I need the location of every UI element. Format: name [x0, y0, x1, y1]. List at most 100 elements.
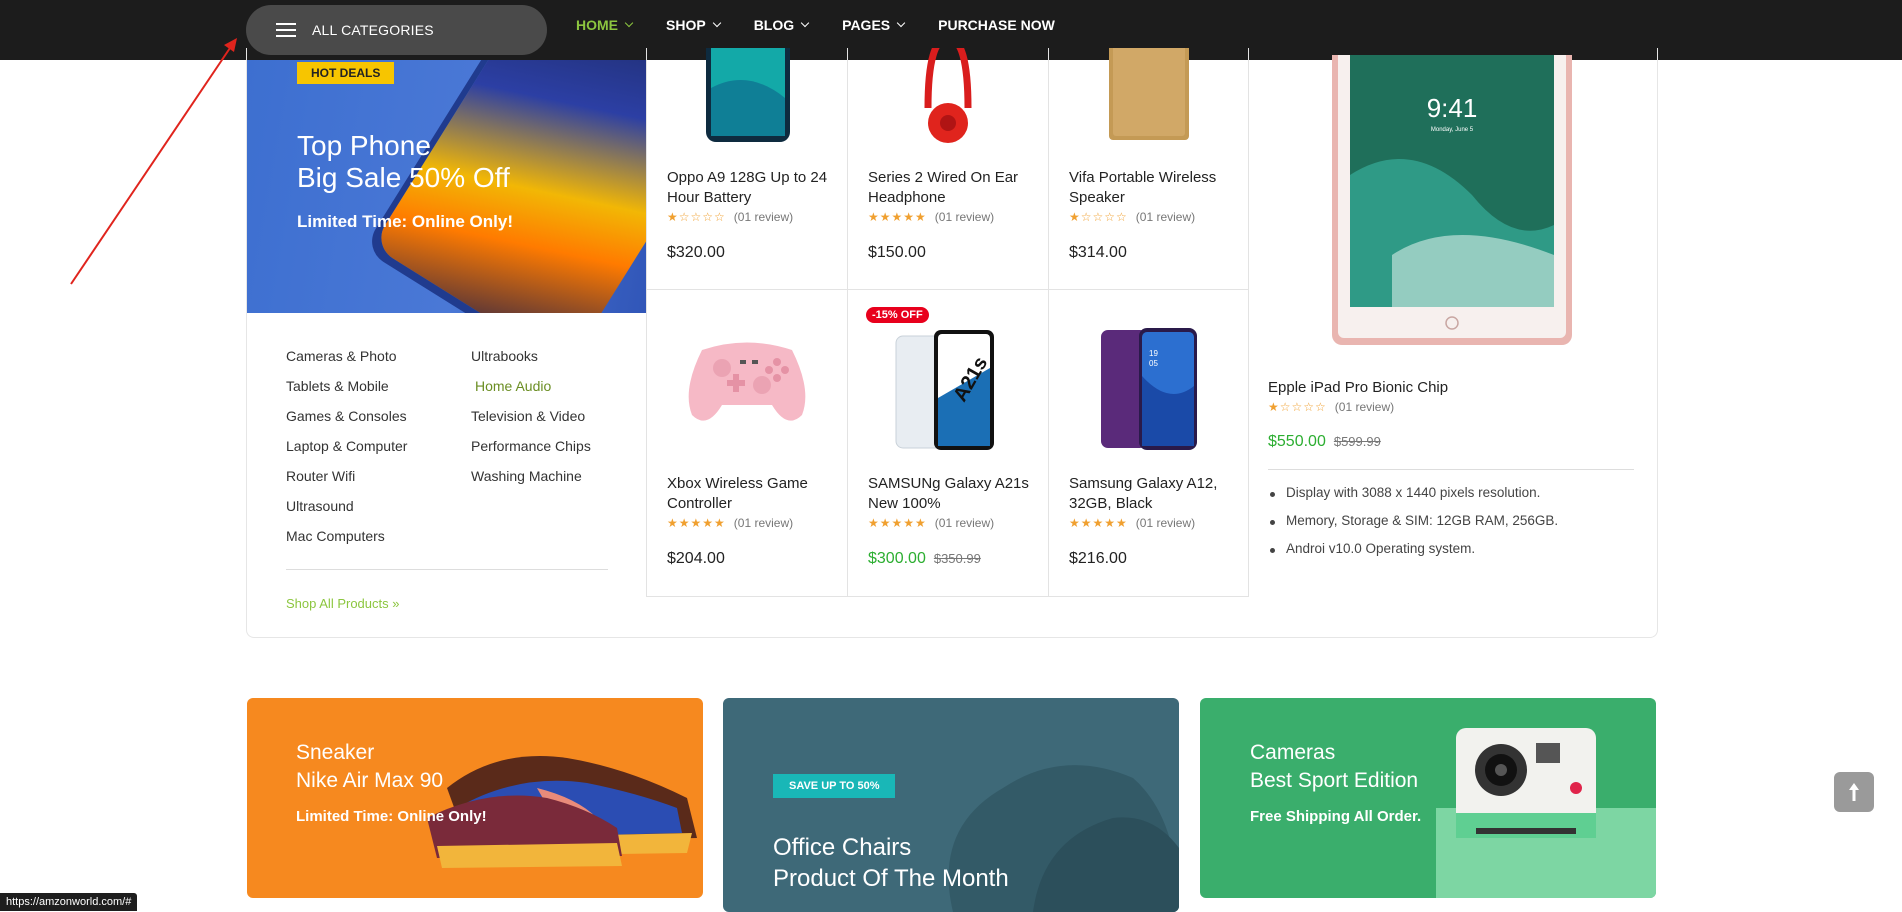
product-rating: ★★★★★ (01 review) [1069, 516, 1195, 530]
chevron-down-icon [800, 18, 810, 28]
nav-shop-label: SHOP [666, 17, 706, 33]
hero-title-line1: Top Phone [297, 130, 431, 161]
old-price: $350.99 [933, 551, 981, 566]
main-nav: HOME SHOP BLOG PAGES PURCHASE NOW [576, 0, 1089, 50]
chevron-down-icon [712, 18, 721, 28]
star-rating-icon: ★☆☆☆☆ [1268, 400, 1327, 414]
double-chevron-right-icon: » [392, 596, 400, 611]
feature-item: Display with 3088 x 1440 pixels resoluti… [1268, 485, 1558, 513]
arrow-up-icon [1849, 783, 1859, 801]
category-link[interactable]: Washing Machine [471, 466, 591, 496]
divider [286, 569, 608, 570]
chevron-down-icon [624, 18, 634, 28]
camera-image [1436, 728, 1656, 898]
product-image-speaker [1109, 48, 1189, 140]
nav-pages[interactable]: PAGES [842, 17, 906, 33]
review-count: (01 review) [1135, 210, 1196, 224]
product-name[interactable]: Oppo A9 128G Up to 24 Hour Battery [667, 168, 837, 208]
product-card[interactable]: Xbox Wireless Game Controller ★★★★★ (01 r… [647, 290, 847, 596]
product-price: $300.00 $350.99 [868, 550, 981, 568]
banner-title: Cameras Best Sport Edition [1250, 739, 1418, 795]
old-price: $599.99 [1333, 434, 1381, 449]
feature-item: Androi v10.0 Operating system. [1268, 541, 1558, 569]
category-link[interactable]: Tablets & Mobile [286, 376, 407, 406]
banner-title-line1: Office Chairs [773, 834, 912, 861]
banner-title-line2: Best Sport Edition [1250, 769, 1419, 792]
star-rating-icon: ★★★★★ [868, 516, 927, 530]
banner-title: Office Chairs Product Of The Month [773, 832, 1009, 894]
product-name[interactable]: Samsung Galaxy A12, 32GB, Black [1069, 474, 1239, 514]
product-card[interactable]: Vifa Portable Wireless Speaker ★☆☆☆☆ (01 … [1049, 48, 1249, 289]
product-rating: ★★★★★ (01 review) [667, 516, 793, 530]
product-card[interactable]: 19 05 Samsung Galaxy A12, 32GB, Black ★★… [1049, 290, 1249, 596]
review-count: (01 review) [733, 516, 794, 530]
svg-text:05: 05 [1149, 359, 1158, 368]
product-rating: ★★★★★ (01 review) [868, 210, 994, 224]
product-card[interactable]: A21s -15% OFF SAMSUNg Galaxy A21s New 10… [848, 290, 1048, 596]
product-price: $150.00 [868, 244, 926, 261]
nav-blog[interactable]: BLOG [753, 17, 810, 33]
shop-all-label: Shop All Products [286, 596, 389, 611]
hero-banner[interactable]: HOT DEALS Top Phone Big Sale 50% Off Lim… [247, 60, 646, 313]
category-link[interactable]: Performance Chips [471, 436, 591, 466]
hero-title-line2: Big Sale 50% Off [297, 162, 510, 193]
banner-title-line2: Nike Air Max 90 [296, 769, 444, 792]
product-rating: ★☆☆☆☆ (01 review) [667, 210, 793, 224]
category-link-hovered[interactable]: Home Audio [471, 376, 591, 406]
sneaker-banner[interactable]: Sneaker Nike Air Max 90 Limited Time: On… [247, 698, 703, 898]
product-price: $320.00 [667, 244, 725, 261]
banner-subtitle: Free Shipping All Order. [1250, 808, 1422, 825]
ipad-date: Monday, June 5 [1431, 127, 1474, 133]
category-link[interactable]: Laptop & Computer [286, 436, 407, 466]
cameras-banner[interactable]: Cameras Best Sport Edition Free Shipping… [1200, 698, 1656, 898]
product-card[interactable]: Oppo A9 128G Up to 24 Hour Battery ★☆☆☆☆… [647, 48, 847, 289]
star-rating-icon: ★★★★★ [868, 210, 927, 224]
nav-blog-label: BLOG [753, 17, 795, 33]
category-link[interactable]: Ultrasound [286, 496, 407, 526]
product-name[interactable]: SAMSUNg Galaxy A21s New 100% [868, 474, 1038, 514]
ipad-image: 9:41 Monday, June 5 [1332, 55, 1572, 345]
all-categories-label: ALL CATEGORIES [312, 22, 434, 38]
scroll-to-top-button[interactable] [1834, 772, 1874, 812]
product-card[interactable]: Series 2 Wired On Ear Headphone ★★★★★ (01… [848, 48, 1048, 289]
product-name[interactable]: Vifa Portable Wireless Speaker [1069, 168, 1239, 208]
hot-deals-badge: HOT DEALS [297, 62, 395, 84]
review-count: (01 review) [733, 210, 794, 224]
product-name[interactable]: Xbox Wireless Game Controller [667, 474, 837, 514]
category-link[interactable]: Television & Video [471, 406, 591, 436]
product-image-phone: 19 05 [1101, 328, 1197, 450]
category-link[interactable]: Cameras & Photo [286, 346, 407, 376]
sale-price: $300.00 [868, 550, 926, 567]
category-link[interactable]: Ultrabooks [471, 346, 591, 376]
product-image-phone [706, 48, 790, 142]
category-link[interactable]: Mac Computers [286, 526, 407, 556]
divider [1268, 469, 1634, 470]
review-count: (01 review) [934, 516, 995, 530]
nav-pages-label: PAGES [842, 17, 891, 33]
category-link[interactable]: Router Wifi [286, 466, 407, 496]
featured-product-name[interactable]: Epple iPad Pro Bionic Chip [1268, 379, 1448, 396]
product-name[interactable]: Series 2 Wired On Ear Headphone [868, 168, 1038, 208]
category-link[interactable]: Games & Consoles [286, 406, 407, 436]
sale-price: $550.00 [1268, 433, 1326, 450]
sneaker-image [427, 756, 697, 868]
nav-purchase-now[interactable]: PURCHASE NOW [938, 17, 1055, 33]
hamburger-icon [276, 23, 296, 37]
office-chairs-banner[interactable]: SAVE UP TO 50% Office Chairs Product Of … [723, 698, 1179, 912]
shop-all-link[interactable]: Shop All Products » [286, 596, 399, 611]
featured-price: $550.00 $599.99 [1268, 433, 1381, 451]
hero-subtitle: Limited Time: Online Only! [297, 212, 513, 231]
product-rating: ★☆☆☆☆ (01 review) [1069, 210, 1195, 224]
discount-badge: -15% OFF [866, 307, 929, 323]
nav-shop[interactable]: SHOP [666, 17, 721, 33]
banner-title-line1: Sneaker [296, 741, 375, 764]
category-column-2: Ultrabooks Home Audio Television & Video… [471, 346, 591, 496]
review-count: (01 review) [934, 210, 995, 224]
nav-home[interactable]: HOME [576, 17, 634, 33]
banner-title-line1: Cameras [1250, 741, 1336, 764]
star-rating-icon: ★★★★★ [667, 516, 726, 530]
category-column-1: Cameras & Photo Tablets & Mobile Games &… [286, 346, 407, 556]
product-price: $216.00 [1069, 550, 1127, 567]
product-rating: ★☆☆☆☆ (01 review) [1268, 400, 1394, 414]
ipad-time: 9:41 [1427, 93, 1478, 123]
